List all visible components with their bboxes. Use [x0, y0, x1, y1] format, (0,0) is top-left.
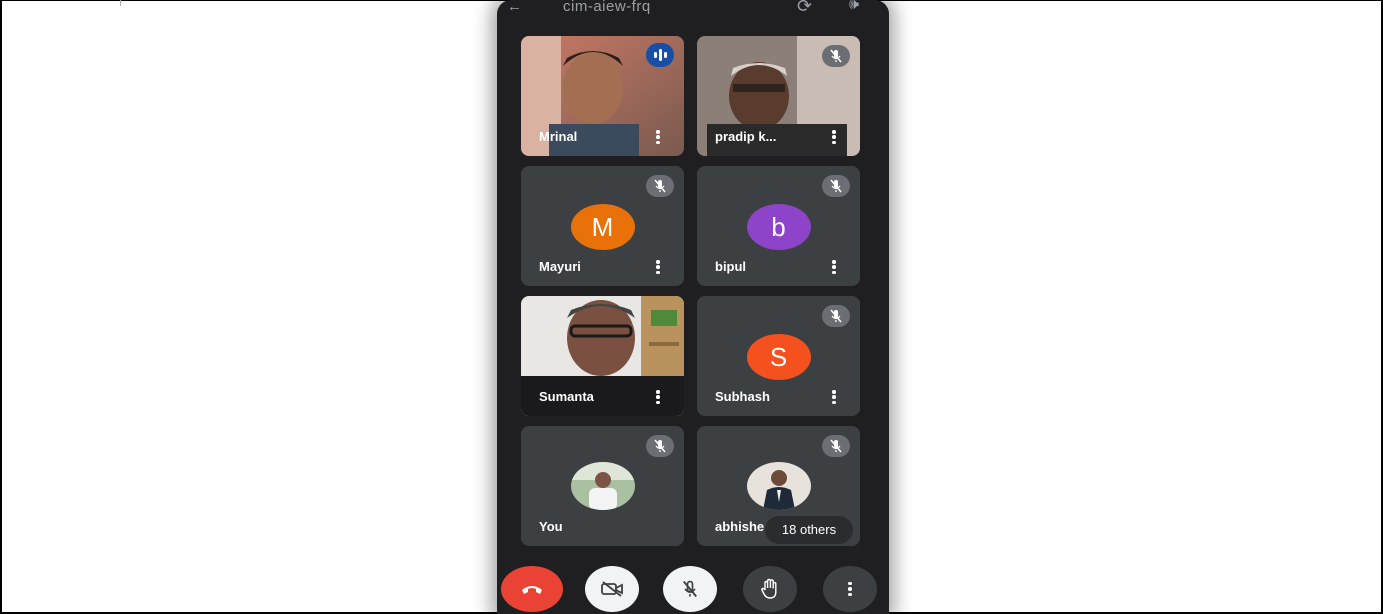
participant-name: bipul	[715, 259, 747, 274]
more-vertical-icon[interactable]	[828, 258, 840, 276]
participant-tile-subhash[interactable]: S Subhash	[697, 296, 860, 416]
mic-toggle-button[interactable]	[663, 566, 717, 612]
avatar: b	[746, 204, 811, 250]
mic-off-icon	[683, 580, 697, 598]
speaker-icon[interactable]: 🕪	[849, 0, 859, 14]
more-vertical-icon[interactable]	[828, 128, 840, 146]
end-call-button[interactable]	[501, 566, 563, 612]
raise-hand-icon	[761, 578, 777, 599]
others-count-chip[interactable]: 18 others	[765, 516, 853, 544]
mic-off-icon	[822, 305, 850, 327]
more-vertical-icon[interactable]	[652, 128, 664, 146]
top-bar: ← cim-aiew-frq ⟳ 🕪	[497, 0, 889, 20]
avatar	[570, 462, 635, 510]
meeting-code[interactable]: cim-aiew-frq	[563, 0, 651, 15]
end-call-icon	[522, 586, 542, 594]
back-arrow-icon[interactable]: ←	[507, 0, 522, 15]
more-vertical-icon[interactable]	[652, 258, 664, 276]
more-options-button[interactable]	[823, 566, 877, 612]
meet-app: ← cim-aiew-frq ⟳ 🕪 Mrinal pradip k... M …	[497, 0, 889, 614]
participant-tile-mayuri[interactable]: M Mayuri	[521, 166, 684, 286]
raise-hand-button[interactable]	[743, 566, 797, 612]
more-vertical-icon	[848, 581, 852, 597]
participant-name: Mrinal	[539, 129, 578, 144]
participant-tile-bipul[interactable]: b bipul	[697, 166, 860, 286]
avatar	[746, 462, 811, 510]
avatar: M	[570, 204, 635, 250]
participant-name: Sumanta	[539, 389, 594, 404]
participant-name: Mayuri	[539, 259, 581, 274]
mic-off-icon	[822, 45, 850, 67]
more-vertical-icon[interactable]	[828, 388, 840, 406]
participant-name: pradip k...	[715, 129, 777, 144]
participant-tile-pradip[interactable]: pradip k...	[697, 36, 860, 156]
participant-name: You	[539, 519, 563, 534]
camera-off-icon	[601, 581, 623, 597]
mic-off-icon	[646, 435, 674, 457]
speaking-indicator-icon	[646, 43, 674, 67]
mic-off-icon	[822, 435, 850, 457]
more-vertical-icon[interactable]	[652, 388, 664, 406]
avatar: S	[746, 334, 811, 380]
participant-tile-mrinal[interactable]: Mrinal	[521, 36, 684, 156]
divider	[120, 0, 121, 6]
participant-name: Subhash	[715, 389, 770, 404]
participant-tile-sumanta[interactable]: Sumanta	[521, 296, 684, 416]
mic-off-icon	[646, 175, 674, 197]
participant-name: abhishe	[715, 519, 765, 534]
participant-tile-you[interactable]: You	[521, 426, 684, 546]
mic-off-icon	[822, 175, 850, 197]
call-controls	[497, 560, 889, 614]
camera-toggle-button[interactable]	[585, 566, 639, 612]
switch-camera-icon[interactable]: ⟳	[797, 0, 812, 17]
